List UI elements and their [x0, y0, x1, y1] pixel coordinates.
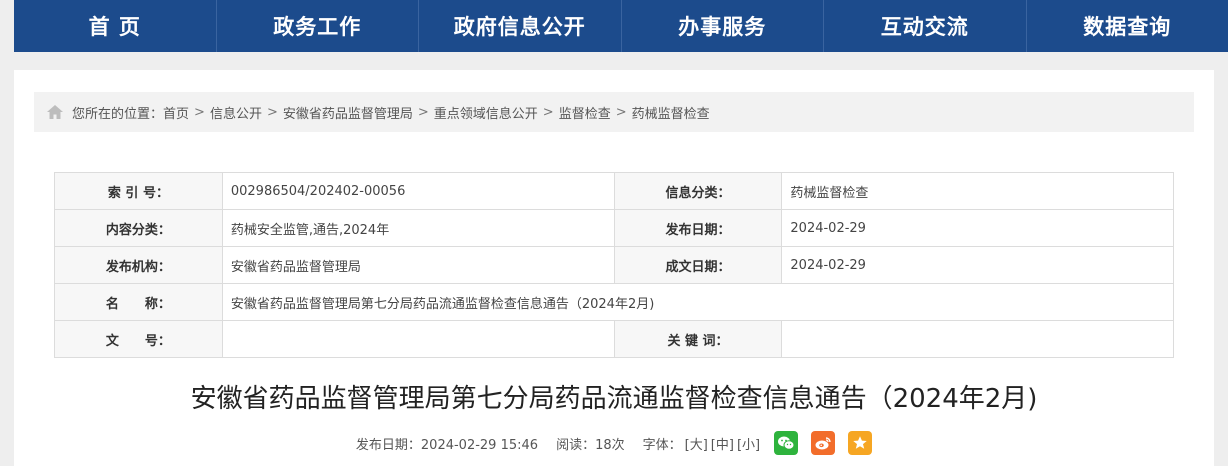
keywords-label: 关 键 词： — [613, 320, 783, 358]
document-date-label: 成文日期： — [613, 246, 783, 284]
article-title: 安徽省药品监督管理局第七分局药品流通监督检查信息通告（2024年2月) — [190, 384, 1038, 414]
nav-government-work[interactable]: 政务工作 — [217, 0, 419, 52]
publish-date-label: 发布日期： — [613, 209, 783, 247]
table-row: 文 号： 关 键 词： — [54, 320, 1174, 358]
table-row: 内容分类： 药械安全监管,通告,2024年 发布日期： 2024-02-29 — [54, 209, 1174, 247]
document-number-label: 文 号： — [54, 320, 223, 358]
breadcrumb-separator: > — [417, 104, 429, 120]
table-row: 发布机构： 安徽省药品监督管理局 成文日期： 2024-02-29 — [54, 246, 1174, 284]
table-row: 名 称： 安徽省药品监督管理局第七分局药品流通监督检查信息通告（2024年2月) — [54, 283, 1175, 321]
breadcrumb: 您所在的位置： 首页 > 信息公开 > 安徽省药品监督管理局 > 重点领域信息公… — [34, 92, 1194, 132]
breadcrumb-drug-device-supervision[interactable]: 药械监督检查 — [632, 103, 710, 122]
home-icon — [46, 104, 64, 120]
publishing-org-value: 安徽省药品监督管理局 — [221, 246, 615, 284]
breadcrumb-separator: > — [266, 104, 278, 120]
breadcrumb-separator: > — [615, 104, 627, 120]
nav-services[interactable]: 办事服务 — [622, 0, 824, 52]
weibo-share-button[interactable] — [811, 431, 836, 455]
breadcrumb-separator: > — [542, 104, 554, 120]
article-publish-date: 发布日期：2024-02-29 15:46 — [355, 437, 539, 453]
content-category-value: 药械安全监管,通告,2024年 — [221, 209, 615, 247]
breadcrumb-key-areas[interactable]: 重点领域信息公开 — [434, 103, 538, 122]
document-date-value: 2024-02-29 — [781, 246, 1174, 284]
breadcrumb-home[interactable]: 首页 — [163, 103, 189, 122]
font-size-small-button[interactable]: [小] — [737, 434, 760, 453]
publishing-org-label: 发布机构： — [54, 246, 223, 284]
nav-interaction[interactable]: 互动交流 — [824, 0, 1027, 52]
font-size-large-button[interactable]: [大] — [685, 434, 708, 453]
keywords-value — [781, 320, 1174, 358]
nav-data-query[interactable]: 数据查询 — [1027, 0, 1228, 52]
publish-date-value: 2024-02-29 — [781, 209, 1174, 247]
breadcrumb-separator: > — [194, 104, 205, 120]
article-info-bar: 发布日期：2024-02-29 15:46 阅读：18次 字体： [大] [中]… — [14, 431, 1214, 455]
font-size-medium-button[interactable]: [中] — [711, 434, 734, 453]
favorite-button[interactable] — [848, 431, 873, 455]
info-category-label: 信息分类： — [613, 172, 783, 210]
breadcrumb-prefix: 您所在的位置： — [72, 106, 164, 122]
wechat-share-button[interactable] — [774, 431, 799, 455]
info-category-value: 药械监督检查 — [781, 172, 1174, 210]
name-value: 安徽省药品监督管理局第七分局药品流通监督检查信息通告（2024年2月) — [221, 283, 1175, 321]
breadcrumb-agency[interactable]: 安徽省药品监督管理局 — [283, 103, 413, 122]
top-navigation: 首 页 政务工作 政府信息公开 办事服务 互动交流 数据查询 — [14, 0, 1228, 52]
index-number-label: 索 引 号： — [54, 172, 223, 210]
main-content: 您所在的位置： 首页 > 信息公开 > 安徽省药品监督管理局 > 重点领域信息公… — [14, 70, 1214, 466]
nav-home[interactable]: 首 页 — [14, 0, 217, 52]
name-label: 名 称： — [54, 283, 223, 321]
star-icon — [853, 436, 867, 449]
weibo-icon — [815, 437, 831, 450]
font-size-label: 字体： — [642, 437, 682, 453]
nav-info-disclosure[interactable]: 政府信息公开 — [419, 0, 622, 52]
document-number-value — [221, 320, 615, 358]
breadcrumb-supervision[interactable]: 监督检查 — [559, 103, 611, 122]
article-read-count: 阅读：18次 — [556, 437, 625, 453]
index-number-value: 002986504/202402-00056 — [221, 172, 615, 210]
content-category-label: 内容分类： — [54, 209, 223, 247]
breadcrumb-info-disclosure[interactable]: 信息公开 — [210, 103, 262, 122]
table-row: 索 引 号： 002986504/202402-00056 信息分类： 药械监督… — [54, 172, 1174, 210]
wechat-icon — [778, 436, 795, 450]
metadata-table: 索 引 号： 002986504/202402-00056 信息分类： 药械监督… — [54, 172, 1175, 358]
